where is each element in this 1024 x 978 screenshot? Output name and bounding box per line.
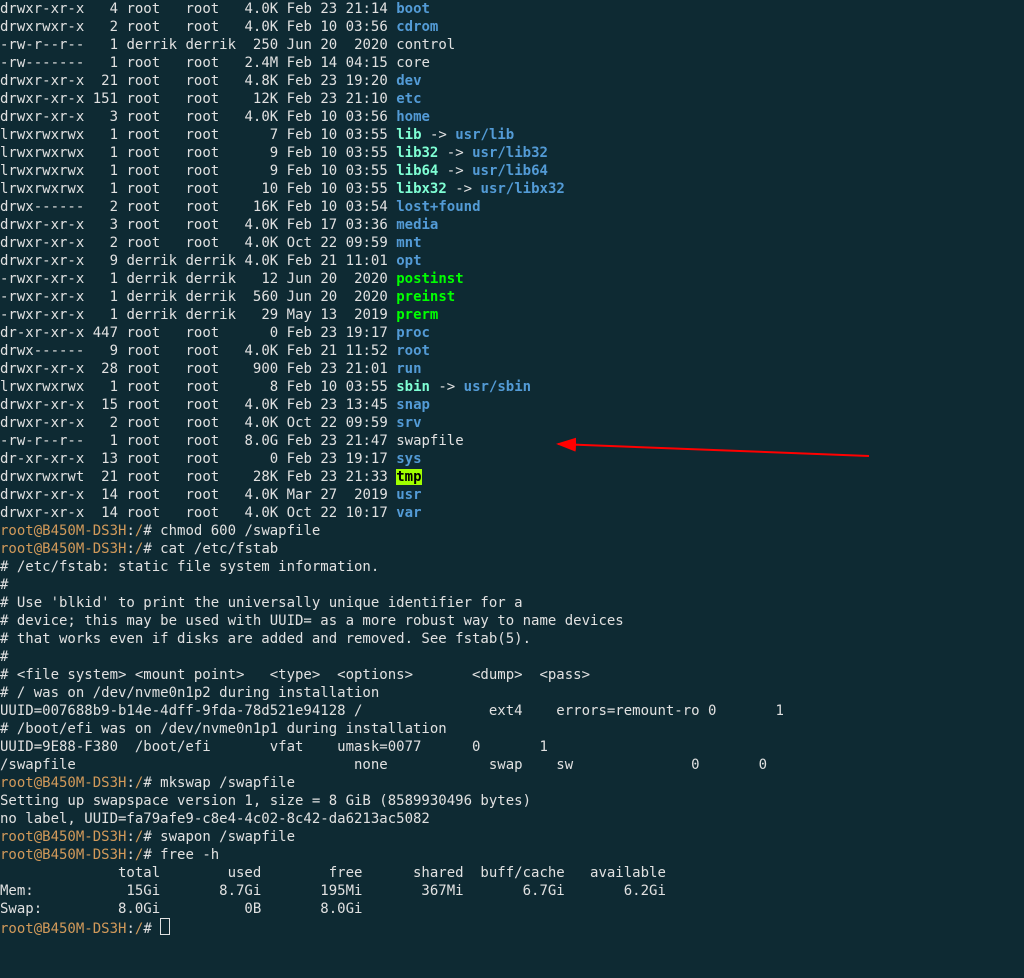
terminal-line: root@B450M-DS3H:/# mkswap /swapfile — [0, 774, 1024, 792]
terminal-line: root@B450M-DS3H:/# — [0, 918, 1024, 938]
fstab-line: # / was on /dev/nvme0n1p2 during install… — [0, 684, 1024, 702]
terminal-line: root@B450M-DS3H:/# chmod 600 /swapfile — [0, 522, 1024, 540]
fstab-line: UUID=007688b9-b14e-4dff-9fda-78d521e9412… — [0, 702, 1024, 720]
fstab-line: # that works even if disks are added and… — [0, 630, 1024, 648]
file-listing-row: -rw------- 1 root root 2.4M Feb 14 04:15… — [0, 54, 1024, 72]
file-listing-row: drwxr-xr-x 4 root root 4.0K Feb 23 21:14… — [0, 0, 1024, 18]
fstab-line: # — [0, 576, 1024, 594]
mkswap-output: Setting up swapspace version 1, size = 8… — [0, 792, 1024, 810]
fstab-line: # <file system> <mount point> <type> <op… — [0, 666, 1024, 684]
file-listing-row: drwxr-xr-x 14 root root 4.0K Mar 27 2019… — [0, 486, 1024, 504]
fstab-line: # Use 'blkid' to print the universally u… — [0, 594, 1024, 612]
terminal-line: root@B450M-DS3H:/# free -h — [0, 846, 1024, 864]
terminal-line: root@B450M-DS3H:/# cat /etc/fstab — [0, 540, 1024, 558]
fstab-line: UUID=9E88-F380 /boot/efi vfat umask=0077… — [0, 738, 1024, 756]
file-listing-row: lrwxrwxrwx 1 root root 8 Feb 10 03:55 sb… — [0, 378, 1024, 396]
fstab-line: # /boot/efi was on /dev/nvme0n1p1 during… — [0, 720, 1024, 738]
file-listing-row: -rw-r--r-- 1 derrik derrik 250 Jun 20 20… — [0, 36, 1024, 54]
file-listing-row: lrwxrwxrwx 1 root root 10 Feb 10 03:55 l… — [0, 180, 1024, 198]
file-listing-row: drwxr-xr-x 21 root root 4.8K Feb 23 19:2… — [0, 72, 1024, 90]
fstab-line: /swapfile none swap sw 0 0 — [0, 756, 1024, 774]
file-listing-row: drwxr-xr-x 28 root root 900 Feb 23 21:01… — [0, 360, 1024, 378]
fstab-line: # /etc/fstab: static file system informa… — [0, 558, 1024, 576]
command-input: swapon /swapfile — [160, 829, 295, 845]
file-listing-row: drwxr-xr-x 151 root root 12K Feb 23 21:1… — [0, 90, 1024, 108]
file-listing-row: drwxr-xr-x 15 root root 4.0K Feb 23 13:4… — [0, 396, 1024, 414]
mkswap-output: no label, UUID=fa79afe9-c8e4-4c02-8c42-d… — [0, 810, 1024, 828]
file-listing-row: dr-xr-xr-x 447 root root 0 Feb 23 19:17 … — [0, 324, 1024, 342]
fstab-line: # — [0, 648, 1024, 666]
shell-prompt: root@B450M-DS3H:/# — [0, 523, 160, 539]
file-listing-row: -rw-r--r-- 1 root root 8.0G Feb 23 21:47… — [0, 432, 1024, 450]
file-listing-row: lrwxrwxrwx 1 root root 9 Feb 10 03:55 li… — [0, 162, 1024, 180]
free-header: total used free shared buff/cache availa… — [0, 864, 1024, 882]
terminal-output[interactable]: drwxr-xr-x 4 root root 4.0K Feb 23 21:14… — [0, 0, 1024, 938]
shell-prompt: root@B450M-DS3H:/# — [0, 847, 160, 863]
free-mem-row: Mem: 15Gi 8.7Gi 195Mi 367Mi 6.7Gi 6.2Gi — [0, 882, 1024, 900]
shell-prompt: root@B450M-DS3H:/# — [0, 541, 160, 557]
cursor[interactable] — [160, 918, 170, 935]
command-input: cat /etc/fstab — [160, 541, 278, 557]
command-input: mkswap /swapfile — [160, 775, 295, 791]
command-input: free -h — [160, 847, 219, 863]
file-listing-row: drwxr-xr-x 3 root root 4.0K Feb 17 03:36… — [0, 216, 1024, 234]
file-listing-row: drwxr-xr-x 3 root root 4.0K Feb 10 03:56… — [0, 108, 1024, 126]
file-listing-row: drwxr-xr-x 14 root root 4.0K Oct 22 10:1… — [0, 504, 1024, 522]
file-listing-row: drwx------ 9 root root 4.0K Feb 21 11:52… — [0, 342, 1024, 360]
file-listing-row: drwxr-xr-x 2 root root 4.0K Oct 22 09:59… — [0, 234, 1024, 252]
command-input: chmod 600 /swapfile — [160, 523, 320, 539]
terminal-line: root@B450M-DS3H:/# swapon /swapfile — [0, 828, 1024, 846]
file-listing-row: drwxrwxrwt 21 root root 28K Feb 23 21:33… — [0, 468, 1024, 486]
shell-prompt: root@B450M-DS3H:/# — [0, 775, 160, 791]
shell-prompt: root@B450M-DS3H:/# — [0, 921, 160, 937]
shell-prompt: root@B450M-DS3H:/# — [0, 829, 160, 845]
file-listing-row: drwx------ 2 root root 16K Feb 10 03:54 … — [0, 198, 1024, 216]
file-listing-row: lrwxrwxrwx 1 root root 7 Feb 10 03:55 li… — [0, 126, 1024, 144]
file-listing-row: dr-xr-xr-x 13 root root 0 Feb 23 19:17 s… — [0, 450, 1024, 468]
file-listing-row: drwxr-xr-x 9 derrik derrik 4.0K Feb 21 1… — [0, 252, 1024, 270]
fstab-line: # device; this may be used with UUID= as… — [0, 612, 1024, 630]
file-listing-row: -rwxr-xr-x 1 derrik derrik 12 Jun 20 202… — [0, 270, 1024, 288]
file-listing-row: -rwxr-xr-x 1 derrik derrik 29 May 13 201… — [0, 306, 1024, 324]
file-listing-row: lrwxrwxrwx 1 root root 9 Feb 10 03:55 li… — [0, 144, 1024, 162]
free-swap-row: Swap: 8.0Gi 0B 8.0Gi — [0, 900, 1024, 918]
file-listing-row: drwxr-xr-x 2 root root 4.0K Oct 22 09:59… — [0, 414, 1024, 432]
file-listing-row: -rwxr-xr-x 1 derrik derrik 560 Jun 20 20… — [0, 288, 1024, 306]
file-listing-row: drwxrwxr-x 2 root root 4.0K Feb 10 03:56… — [0, 18, 1024, 36]
